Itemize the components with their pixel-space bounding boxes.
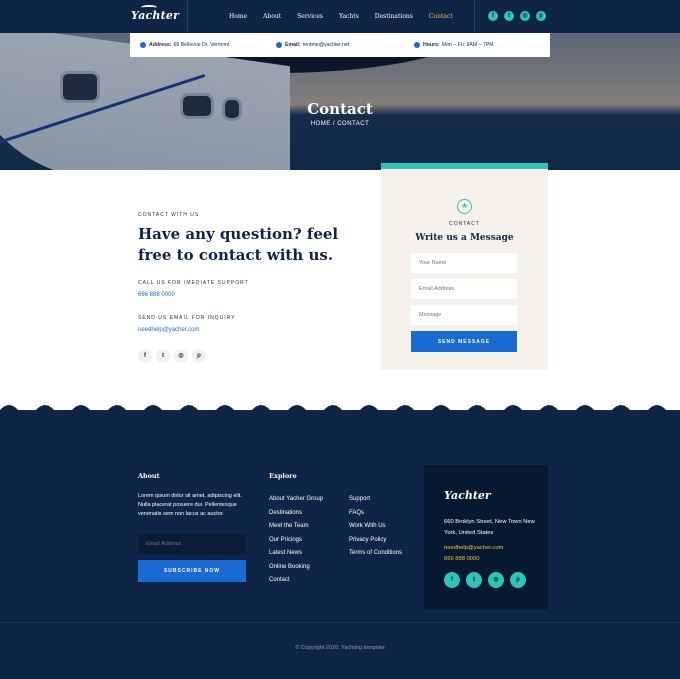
name-field[interactable] bbox=[411, 253, 517, 273]
nav-destinations[interactable]: Destinations bbox=[367, 0, 421, 33]
mail-icon bbox=[276, 42, 282, 48]
subscribe-button[interactable]: SUBSCRIBE NOW bbox=[138, 560, 246, 582]
footer-link[interactable]: Our Pricings bbox=[269, 534, 323, 548]
footer-link[interactable]: Support bbox=[349, 493, 402, 507]
call-kicker: CALL US FOR IMEDIATE SUPPORT bbox=[138, 280, 249, 286]
footer-link[interactable]: Online Booking bbox=[269, 561, 323, 575]
send-message-button[interactable]: SEND MESSAGE bbox=[411, 331, 517, 352]
footer-link[interactable]: About Yacher Group bbox=[269, 493, 323, 507]
footer-phone[interactable]: 666 888 0000 bbox=[444, 556, 479, 562]
site-header: Yachter Home About Services Yachts Desti… bbox=[0, 0, 680, 33]
contact-heading: Have any question? feel free to contact … bbox=[138, 225, 339, 264]
contact-form: CONTACT Write us a Message SEND MESSAGE bbox=[381, 163, 548, 370]
breadcrumb-home[interactable]: HOME bbox=[311, 121, 331, 127]
facebook-icon[interactable]: f bbox=[488, 11, 498, 21]
page-title: Contact bbox=[307, 100, 373, 118]
site-footer bbox=[0, 410, 680, 679]
message-field[interactable] bbox=[411, 305, 517, 325]
footer-link[interactable]: Work With Us bbox=[349, 520, 402, 534]
form-heading: Write us a Message bbox=[415, 233, 514, 243]
footer-link[interactable]: Destinations bbox=[269, 507, 323, 521]
star-icon bbox=[457, 199, 472, 214]
pinterest-icon[interactable]: p bbox=[510, 572, 526, 588]
footer-link[interactable]: Contact bbox=[269, 574, 323, 588]
twitter-icon[interactable]: t bbox=[156, 349, 170, 363]
footer-email[interactable]: needhelp@yacher.com bbox=[444, 545, 503, 551]
breadcrumb: HOME / CONTACT bbox=[0, 121, 680, 127]
contact-social: f t ◎ p bbox=[138, 349, 206, 363]
instagram-icon[interactable]: ◎ bbox=[488, 572, 504, 588]
header-divider bbox=[187, 0, 188, 33]
breadcrumb-current: CONTACT bbox=[337, 121, 370, 127]
hours-value: Mon – Fri: 9AM – 7PM bbox=[441, 42, 494, 48]
header-divider bbox=[474, 0, 475, 33]
footer-link[interactable]: FAQs bbox=[349, 507, 402, 521]
instagram-icon[interactable]: ◎ bbox=[174, 349, 188, 363]
nav-yachts[interactable]: Yachts bbox=[331, 0, 367, 33]
info-hours: Hours: Mon – Fri: 9AM – 7PM bbox=[414, 42, 494, 48]
mail-kicker: SEND US EMAIL FOR INQUIRY bbox=[138, 315, 236, 321]
email-value[interactable]: rentme@yachter.net bbox=[303, 42, 350, 48]
clock-icon bbox=[414, 42, 420, 48]
address-label: Address: bbox=[149, 42, 172, 48]
footer-address: 660 Broklyn Street, New Town New York, U… bbox=[444, 519, 535, 536]
footer-explore-heading: Explore bbox=[269, 472, 297, 480]
footer-logo[interactable]: Yachter bbox=[444, 489, 491, 502]
info-email: Email: rentme@yachter.net bbox=[276, 42, 349, 48]
footer-social: f t ◎ p bbox=[444, 572, 526, 588]
info-bar: Address: 66 Bellevue Dr, Vermont Email: … bbox=[130, 33, 550, 57]
facebook-icon[interactable]: f bbox=[444, 572, 460, 588]
nav-contact[interactable]: Contact bbox=[421, 0, 461, 33]
hours-label: Hours: bbox=[423, 42, 440, 48]
nav-services[interactable]: Services bbox=[289, 0, 331, 33]
explore-list-2: Support FAQs Work With Us Privacy Policy… bbox=[349, 493, 402, 561]
logo[interactable]: Yachter bbox=[131, 5, 179, 22]
instagram-icon[interactable]: ◎ bbox=[520, 11, 530, 21]
nav-home[interactable]: Home bbox=[221, 0, 255, 33]
footer-divider bbox=[0, 622, 680, 623]
call-phone[interactable]: 666 888 0000 bbox=[138, 292, 175, 298]
footer-about-text: Lorem ipsum dolor sit amet, adipiscing e… bbox=[138, 493, 242, 517]
copyright: © Copyright 2020. Yachting template bbox=[295, 645, 385, 651]
email-field[interactable] bbox=[411, 279, 517, 299]
footer-contact-box: Yachter 660 Broklyn Street, New Town New… bbox=[424, 465, 548, 609]
address-value: 66 Bellevue Dr, Vermont bbox=[173, 42, 230, 48]
mail-link[interactable]: needhelp@yacher.com bbox=[138, 327, 199, 333]
contact-kicker: CONTACT WITH US bbox=[138, 212, 200, 218]
info-address: Address: 66 Bellevue Dr, Vermont bbox=[140, 42, 229, 48]
email-label: Email: bbox=[285, 42, 301, 48]
pinterest-icon[interactable]: p bbox=[536, 11, 546, 21]
location-icon bbox=[140, 42, 146, 48]
form-kicker: CONTACT bbox=[449, 221, 480, 227]
pinterest-icon[interactable]: p bbox=[192, 349, 206, 363]
header-social: f t ◎ p bbox=[488, 11, 546, 21]
explore-list-1: About Yacher Group Destinations Meet the… bbox=[269, 493, 323, 588]
footer-link[interactable]: Meet the Team bbox=[269, 520, 323, 534]
twitter-icon[interactable]: t bbox=[504, 11, 514, 21]
nav-about[interactable]: About bbox=[255, 0, 289, 33]
main-nav: Home About Services Yachts Destinations … bbox=[221, 0, 461, 33]
footer-about-heading: About bbox=[138, 472, 160, 480]
twitter-icon[interactable]: t bbox=[466, 572, 482, 588]
facebook-icon[interactable]: f bbox=[138, 349, 152, 363]
footer-link[interactable]: Latest News bbox=[269, 547, 323, 561]
newsletter-email-field[interactable] bbox=[138, 534, 246, 554]
footer-link[interactable]: Privacy Policy bbox=[349, 534, 402, 548]
footer-link[interactable]: Terms of Conditions bbox=[349, 547, 402, 561]
